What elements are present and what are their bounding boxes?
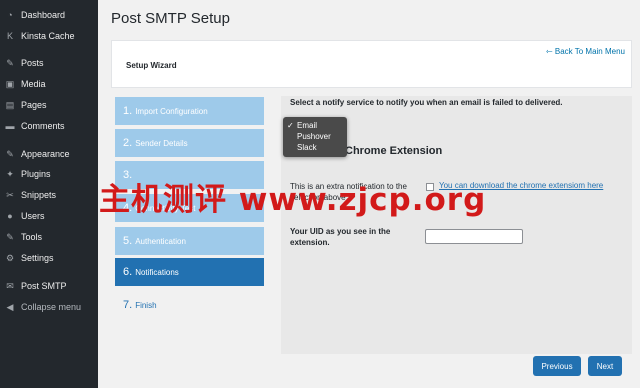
previous-button[interactable]: Previous [533,356,581,376]
sidebar-item-label: Plugins [21,169,51,179]
sidebar-item-comments[interactable]: ▬ Comments [0,116,98,136]
media-icon: ▣ [5,78,15,89]
wizard-header-card: ⇽ Back To Main Menu Setup Wizard [111,40,632,88]
wizard-step-sender-details[interactable]: 2. Sender Details [115,129,264,157]
sidebar-item-tools[interactable]: ✎ Tools [0,227,98,247]
watermark-text: 主机测评 www.zjcp.org [99,182,487,218]
snippets-icon: ✂ [6,189,14,200]
sidebar-item-label: Kinsta Cache [21,31,75,41]
step-number: 2. [123,137,133,149]
back-to-main-menu-link[interactable]: ⇽ Back To Main Menu [546,47,625,56]
pin-icon: ✎ [6,57,14,68]
appearance-icon: ✎ [6,148,14,159]
tools-icon: ✎ [6,231,14,242]
sidebar-item-label: Tools [21,232,43,242]
sidebar-item-kinsta-cache[interactable]: K Kinsta Cache [0,26,98,46]
notify-service-prompt: Select a notify service to notify you wh… [290,98,563,107]
uid-label: Your UID as you see in the extension. [290,227,391,248]
sidebar-item-post-smtp[interactable]: ✉ Post SMTP [0,276,98,296]
step-label: Notifications [135,267,179,277]
admin-sidebar: ◔ Dashboard K Kinsta Cache ✎ Posts ▣ Med… [0,0,98,388]
sidebar-item-plugins[interactable]: ✦ Plugins [0,164,98,184]
checkmark-icon: ✓ [287,121,294,130]
next-button[interactable]: Next [588,356,622,376]
dashboard-icon: ◔ [7,10,13,20]
comments-icon: ▬ [5,121,15,131]
step-label: Sender Details [135,138,188,148]
notify-service-dropdown[interactable]: ✓ Email Pushover Slack [283,117,347,157]
wizard-step-import-configuration[interactable]: 1. Import Configuration [115,97,264,125]
sidebar-item-label: Posts [21,58,44,68]
step-number: 7. [123,299,133,311]
sidebar-item-label: Pages [21,100,47,110]
plugins-icon: ✦ [6,168,14,179]
collapse-icon: ◀ [6,301,14,312]
sidebar-item-label: Users [21,211,45,221]
chrome-extension-heading: Chrome Extension [345,145,443,157]
sidebar-item-label: Collapse menu [21,302,82,312]
sidebar-item-snippets[interactable]: ✂ Snippets [0,185,98,205]
step-number: 6. [123,266,133,278]
uid-input[interactable] [425,229,523,244]
sidebar-item-settings[interactable]: ⚙ Settings [0,248,98,268]
sidebar-item-media[interactable]: ▣ Media [0,74,98,94]
sidebar-item-label: Dashboard [21,10,66,20]
sidebar-item-dashboard[interactable]: ◔ Dashboard [0,5,98,25]
users-icon: ● [7,211,13,221]
page-title: Post SMTP Setup [111,10,230,27]
sidebar-item-appearance[interactable]: ✎ Appearance [0,144,98,164]
step-label: Finish [135,300,157,310]
sidebar-item-label: Media [21,79,46,89]
wizard-step-finish[interactable]: 7. Finish [115,291,264,319]
post-smtp-icon: ✉ [6,280,14,291]
sidebar-collapse-menu[interactable]: ◀ Collapse menu [0,297,98,317]
settings-icon: ⚙ [5,252,15,263]
dropdown-option-pushover[interactable]: Pushover [283,131,347,142]
sidebar-item-label: Settings [21,253,54,263]
pages-icon: ▤ [5,99,15,110]
wizard-step-notifications[interactable]: 6. Notifications [115,258,264,286]
sidebar-item-label: Post SMTP [21,281,67,291]
kinsta-icon: K [6,31,13,41]
sidebar-item-label: Appearance [21,149,70,159]
sidebar-item-label: Snippets [21,190,57,200]
sidebar-item-users[interactable]: ● Users [0,206,98,226]
wizard-title: Setup Wizard [126,61,177,70]
dropdown-option-email[interactable]: ✓ Email [283,120,347,131]
wizard-step-authentication[interactable]: 5. Authentication [115,227,264,255]
sidebar-item-posts[interactable]: ✎ Posts [0,53,98,73]
dropdown-option-slack[interactable]: Slack [283,142,347,153]
step-number: 1. [123,105,133,117]
sidebar-item-label: Comments [21,121,65,131]
sidebar-item-pages[interactable]: ▤ Pages [0,95,98,115]
step-label: Authentication [135,236,186,246]
step-number: 5. [123,235,133,247]
step-label: Import Configuration [135,106,208,116]
